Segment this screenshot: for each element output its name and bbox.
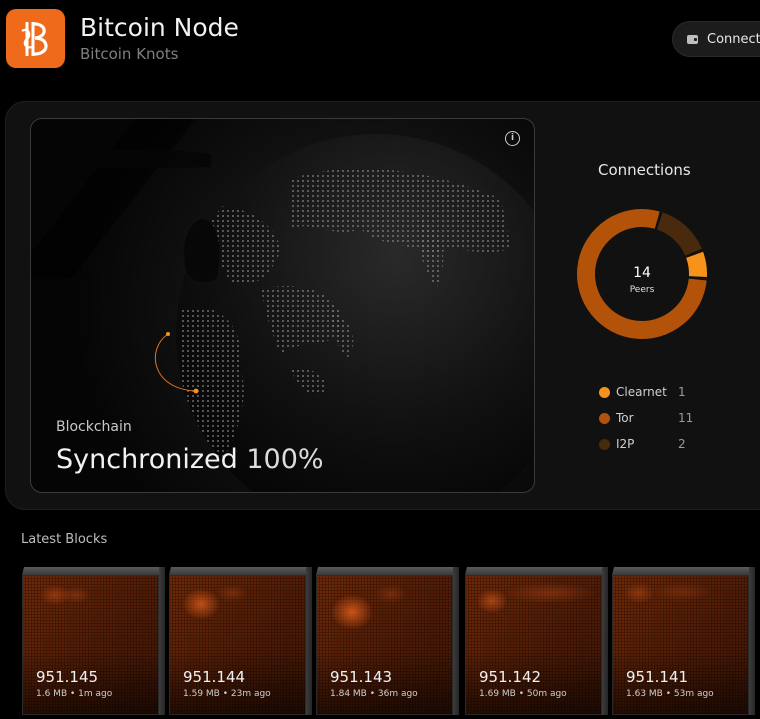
- legend-tor-value: 11: [678, 411, 694, 425]
- i2p-dot-icon: [599, 438, 610, 450]
- block-card[interactable]: 951.143 1.84 MB • 36m ago: [316, 567, 459, 715]
- block-card[interactable]: 951.145 1.6 MB • 1m ago: [22, 567, 165, 715]
- legend-clearnet: Clearnet 1: [599, 384, 686, 400]
- connections-title: Connections: [598, 161, 691, 179]
- blockchain-label: Blockchain: [56, 419, 132, 435]
- globe-illustration: [31, 119, 534, 492]
- connect-button-label: Connect: [707, 31, 760, 47]
- legend-i2p-value: 2: [678, 437, 686, 451]
- block-height: 951.142: [479, 668, 542, 686]
- wallet-icon: [687, 34, 698, 44]
- block-height: 951.144: [183, 668, 246, 686]
- app-subtitle: Bitcoin Knots: [80, 45, 179, 63]
- latest-blocks-title: Latest Blocks: [21, 532, 108, 547]
- legend-clearnet-value: 1: [678, 385, 686, 399]
- connect-button[interactable]: Connect: [672, 21, 760, 57]
- block-meta: 1.59 MB • 23m ago: [183, 689, 271, 699]
- block-height: 951.145: [36, 668, 99, 686]
- legend-clearnet-label: Clearnet: [616, 385, 667, 399]
- sync-status-text: Synchronized: [56, 444, 238, 475]
- block-height: 951.141: [626, 668, 689, 686]
- block-card[interactable]: 951.144 1.59 MB • 23m ago: [169, 567, 312, 715]
- block-meta: 1.6 MB • 1m ago: [36, 689, 113, 699]
- block-meta: 1.63 MB • 53m ago: [626, 689, 714, 699]
- block-meta: 1.69 MB • 50m ago: [479, 689, 567, 699]
- clearnet-dot-icon: [599, 386, 610, 398]
- legend-i2p: I2P 2: [599, 436, 686, 452]
- bitcoin-knots-logo-icon: [20, 21, 48, 56]
- peer-count-label: Peers: [629, 285, 655, 295]
- legend-tor: Tor 11: [599, 410, 693, 426]
- sync-status: Synchronized 100%: [56, 444, 324, 475]
- block-meta: 1.84 MB • 36m ago: [330, 689, 418, 699]
- block-card[interactable]: 951.141 1.63 MB • 53m ago: [612, 567, 755, 715]
- tor-dot-icon: [599, 412, 610, 424]
- app-logo: [6, 9, 65, 68]
- info-icon[interactable]: i: [505, 131, 520, 146]
- legend-i2p-label: I2P: [616, 437, 635, 451]
- legend-tor-label: Tor: [616, 411, 634, 425]
- app-title: Bitcoin Node: [80, 13, 239, 42]
- peer-count: 14: [633, 265, 651, 281]
- blockchain-card: i Blockchain Synchronized 100%: [30, 118, 535, 493]
- block-height: 951.143: [330, 668, 393, 686]
- sync-percent: 100%: [246, 444, 324, 475]
- block-card[interactable]: 951.142 1.69 MB • 50m ago: [465, 567, 608, 715]
